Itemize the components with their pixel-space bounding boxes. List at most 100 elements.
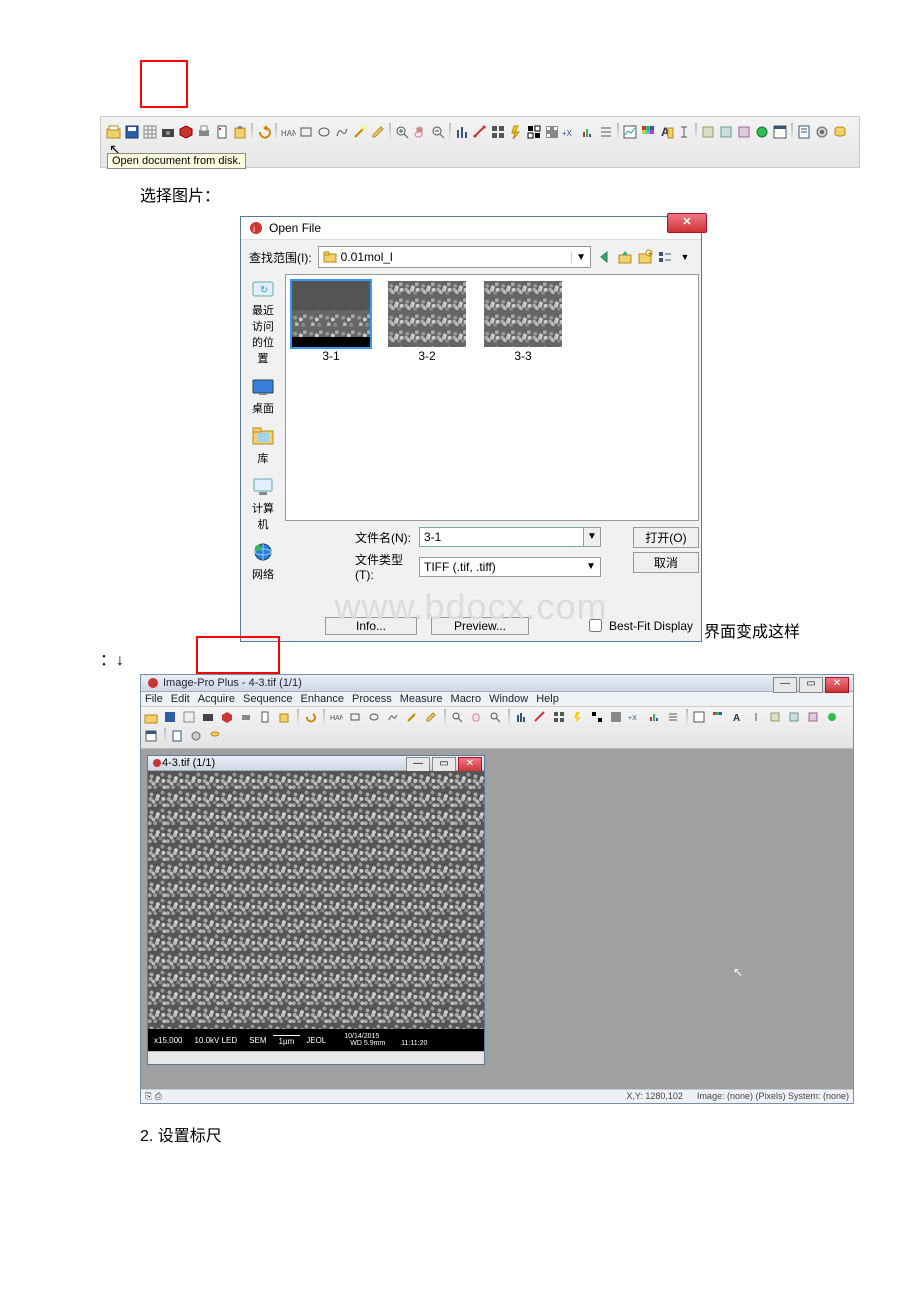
small4-icon[interactable]: [754, 124, 770, 140]
gear-icon[interactable]: [189, 729, 205, 745]
text-icon[interactable]: A: [730, 710, 746, 726]
undo-icon[interactable]: [303, 710, 319, 726]
bhx-icon[interactable]: +X: [628, 710, 644, 726]
db-icon[interactable]: [832, 124, 848, 140]
info-button[interactable]: Info...: [325, 617, 417, 635]
pencil-icon[interactable]: [370, 124, 386, 140]
gridc-icon[interactable]: [609, 710, 625, 726]
bhx-icon[interactable]: +X: [562, 124, 578, 140]
file-list[interactable]: 3-1 3-2 3-3: [285, 274, 699, 521]
grid2-icon[interactable]: [490, 124, 506, 140]
scrollbar[interactable]: [148, 1051, 484, 1064]
place-network[interactable]: 网络: [249, 542, 277, 582]
grid-icon[interactable]: [142, 124, 158, 140]
small1-icon[interactable]: [768, 710, 784, 726]
save-icon[interactable]: [163, 710, 179, 726]
script-icon[interactable]: [796, 124, 812, 140]
small1-icon[interactable]: [700, 124, 716, 140]
gridc-icon[interactable]: [544, 124, 560, 140]
minimize-button[interactable]: —: [773, 677, 797, 693]
table-icon[interactable]: [144, 729, 160, 745]
measure-icon[interactable]: [533, 710, 549, 726]
bar1-icon[interactable]: [514, 710, 530, 726]
wand-icon[interactable]: [405, 710, 421, 726]
grid2-icon[interactable]: [552, 710, 568, 726]
file-thumb[interactable]: 3-2: [388, 281, 466, 363]
bestfit-checkbox[interactable]: Best-Fit Display: [585, 616, 693, 635]
clip-icon[interactable]: [232, 124, 248, 140]
newfolder-icon[interactable]: ★: [637, 249, 653, 265]
print-icon[interactable]: [196, 124, 212, 140]
doc-icon[interactable]: [214, 124, 230, 140]
measure-icon[interactable]: [472, 124, 488, 140]
bar1-icon[interactable]: [454, 124, 470, 140]
pencil-icon[interactable]: [424, 710, 440, 726]
ibeam-icon[interactable]: [676, 124, 692, 140]
print-icon[interactable]: [239, 710, 255, 726]
small4-icon[interactable]: [825, 710, 841, 726]
handm-icon[interactable]: HAN: [329, 710, 345, 726]
ellipse-tool-icon[interactable]: [316, 124, 332, 140]
chevron-down-icon[interactable]: ▼: [677, 249, 693, 265]
menu-item[interactable]: File: [145, 693, 163, 705]
db-icon[interactable]: [208, 729, 224, 745]
chart-icon[interactable]: [692, 710, 708, 726]
sem-image[interactable]: x15,000 10.0kV LED SEM 1µm JEOL 10/14/20…: [148, 771, 484, 1051]
close-button[interactable]: ✕: [667, 213, 707, 233]
back-icon[interactable]: [597, 249, 613, 265]
views-icon[interactable]: [657, 249, 673, 265]
light-icon[interactable]: [508, 124, 524, 140]
zoom-out-icon[interactable]: [430, 124, 446, 140]
save-icon[interactable]: [124, 124, 140, 140]
maximize-button[interactable]: ▭: [799, 677, 823, 693]
filename-input[interactable]: [419, 527, 584, 547]
place-computer[interactable]: 计算机: [249, 476, 277, 532]
chart-icon[interactable]: [622, 124, 638, 140]
undo-icon[interactable]: [256, 124, 272, 140]
clip-icon[interactable]: [277, 710, 293, 726]
rect-tool-icon[interactable]: [348, 710, 364, 726]
small3-icon[interactable]: [806, 710, 822, 726]
colorgrid-icon[interactable]: [640, 124, 656, 140]
hex-red-icon[interactable]: [178, 124, 194, 140]
camera-icon[interactable]: [201, 710, 217, 726]
text-icon[interactable]: A: [658, 124, 674, 140]
hand-icon[interactable]: [412, 124, 428, 140]
freehand-icon[interactable]: [334, 124, 350, 140]
file-thumb[interactable]: 3-1: [292, 281, 370, 363]
zoom-in-icon[interactable]: [394, 124, 410, 140]
place-recent[interactable]: ↻最近访问的位 置: [249, 278, 277, 366]
handm-icon[interactable]: HAN: [280, 124, 296, 140]
small3-icon[interactable]: [736, 124, 752, 140]
table-icon[interactable]: [772, 124, 788, 140]
list-icon[interactable]: [598, 124, 614, 140]
menu-item[interactable]: Process: [352, 693, 392, 705]
open-button[interactable]: 打开(O): [633, 527, 699, 548]
place-desktop[interactable]: 桌面: [249, 376, 277, 416]
hand-icon[interactable]: [469, 710, 485, 726]
menu-item[interactable]: Measure: [400, 693, 443, 705]
preview-button[interactable]: Preview...: [431, 617, 529, 635]
menu-item[interactable]: Window: [489, 693, 528, 705]
wand-icon[interactable]: [352, 124, 368, 140]
up-icon[interactable]: [617, 249, 633, 265]
script-icon[interactable]: [170, 729, 186, 745]
hex-red-icon[interactable]: [220, 710, 236, 726]
colorgrid-icon[interactable]: [711, 710, 727, 726]
open-icon[interactable]: [144, 710, 160, 726]
gear-icon[interactable]: [814, 124, 830, 140]
menu-item[interactable]: Enhance: [301, 693, 344, 705]
zoom-out-icon[interactable]: [488, 710, 504, 726]
rect-tool-icon[interactable]: [298, 124, 314, 140]
hist-icon[interactable]: [647, 710, 663, 726]
file-thumb[interactable]: 3-3: [484, 281, 562, 363]
light-icon[interactable]: [571, 710, 587, 726]
cancel-button[interactable]: 取消: [633, 552, 699, 573]
menu-item[interactable]: Edit: [171, 693, 190, 705]
ellipse-tool-icon[interactable]: [367, 710, 383, 726]
menu-item[interactable]: Macro: [451, 693, 482, 705]
ibeam-icon[interactable]: [749, 710, 765, 726]
camera-icon[interactable]: [160, 124, 176, 140]
grid-icon[interactable]: [182, 710, 198, 726]
list-icon[interactable]: [666, 710, 682, 726]
